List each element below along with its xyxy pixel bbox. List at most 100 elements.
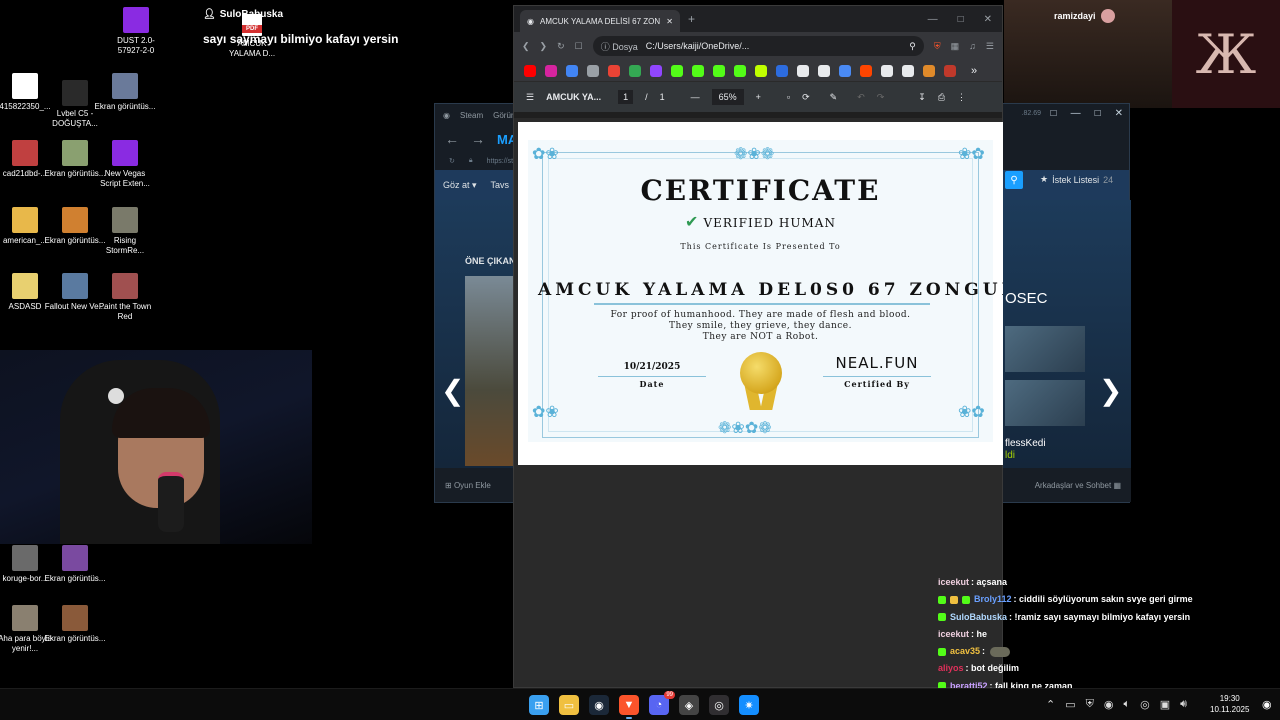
back-arrow-icon[interactable]: ← [445, 131, 459, 147]
download-icon[interactable]: ↧ [918, 92, 926, 103]
music-icon[interactable]: ♫ [969, 41, 976, 51]
reload-icon[interactable]: ↻ [557, 41, 565, 52]
zoom-level[interactable]: 65% [711, 89, 744, 105]
zoom-icon[interactable]: ⚲ [909, 41, 916, 52]
twitch-icon[interactable] [650, 64, 662, 77]
forward-icon[interactable]: ❯ [540, 41, 548, 52]
monitor-icon[interactable]: □ [1051, 108, 1057, 119]
reddit-icon[interactable] [860, 64, 872, 77]
carousel-right-icon[interactable]: ❯ [1099, 374, 1122, 407]
battlenet-icon[interactable]: ✷ [739, 695, 759, 715]
speaker-icon[interactable]: 🔊︎ [1180, 698, 1187, 711]
chat-username[interactable]: acav35 [950, 643, 980, 660]
tab-active[interactable]: ◉ AMCUK YALAMA DELİSİ 67 ZONG ✕ [520, 10, 680, 32]
chat-username[interactable]: aliyos [938, 660, 964, 677]
desktop-icon[interactable]: DUST 2.0-57927-2-0 [105, 7, 167, 56]
redo-icon[interactable]: ↷ [877, 92, 885, 103]
print-icon[interactable]: ⎙ [938, 92, 945, 103]
volume-icon[interactable]: 🔈︎ [1123, 698, 1130, 711]
desktop-icon[interactable]: Ekran görüntüs... [44, 605, 106, 644]
bookmark-page-icon[interactable]: ☐ [575, 41, 583, 52]
notification-icon[interactable]: ◉ [1262, 698, 1272, 711]
steam-tray-icon[interactable]: ◉ [1104, 698, 1114, 711]
more-options-icon[interactable]: ⋮ [957, 92, 966, 103]
chevron-up-icon[interactable]: ⌃ [1046, 698, 1055, 711]
unity-icon[interactable]: ◈ [679, 695, 699, 715]
wishlist-button[interactable]: ★ İstek Listesi 24 [1040, 174, 1113, 185]
menu-icon[interactable]: ☰ [986, 41, 994, 52]
docs-icon[interactable] [566, 64, 578, 77]
minimize-icon[interactable]: — [1071, 108, 1081, 119]
obs-icon[interactable]: ◎ [709, 695, 729, 715]
maximize-icon[interactable]: □ [1095, 108, 1101, 119]
back-icon[interactable]: ❮ [522, 41, 530, 52]
instagram-icon[interactable] [545, 64, 557, 77]
forward-arrow-icon[interactable]: → [471, 131, 485, 147]
chat-username[interactable]: iceekut [938, 626, 969, 643]
chrome-icon[interactable] [587, 64, 599, 77]
sidebar-menu-icon[interactable]: ☰ [526, 92, 534, 103]
fit-page-icon[interactable]: ▫ [787, 92, 790, 102]
bookmark-icon[interactable] [734, 64, 746, 77]
steam-icon[interactable]: ◉ [589, 695, 609, 715]
brave-icon[interactable]: ▼ [619, 695, 639, 719]
friends-chat-button[interactable]: Arkadaşlar ve Sohbet ▦ [1035, 481, 1121, 490]
search-icon[interactable]: ⚲ [1005, 171, 1023, 189]
undo-icon[interactable]: ↶ [857, 92, 865, 103]
chat-username[interactable]: iceekut [938, 574, 969, 591]
close-tab-icon[interactable]: ✕ [666, 17, 673, 26]
kick-icon[interactable] [713, 64, 725, 77]
steam-menu-steam[interactable]: Steam [460, 111, 483, 120]
annotate-icon[interactable]: ✎ [830, 92, 838, 103]
bookmark-icon[interactable] [923, 64, 935, 77]
desktop-icon[interactable]: Paint the Town Red [94, 273, 156, 322]
discord-icon[interactable]: ◔ 99 [649, 691, 675, 715]
brave-shield-icon[interactable]: ⛨ [934, 41, 941, 52]
maximize-icon[interactable]: □ [958, 14, 964, 25]
browse-menu[interactable]: Göz at ▾ [443, 180, 477, 191]
rotate-icon[interactable]: ⟳ [802, 92, 810, 103]
more-bookmarks-icon[interactable]: » [971, 65, 977, 77]
drive-icon[interactable] [629, 64, 641, 77]
page-number-input[interactable]: 1 [618, 90, 634, 104]
kick-icon[interactable] [671, 64, 683, 77]
new-tab-icon[interactable]: + [688, 12, 695, 26]
chat-username[interactable]: SuloBabuska [950, 609, 1007, 626]
display-icon[interactable]: ▣ [1160, 698, 1170, 711]
shield-icon[interactable]: ⛨ [1086, 698, 1094, 711]
chat-username[interactable]: Broly112 [974, 591, 1012, 608]
screenshot-thumb[interactable] [1005, 326, 1085, 372]
gmail-icon[interactable] [608, 64, 620, 77]
steam-menu-view[interactable]: Görün [493, 111, 515, 120]
carousel-left-icon[interactable]: ❮ [441, 374, 464, 407]
recommendations-menu[interactable]: Tavs [491, 180, 510, 190]
bookmark-icon[interactable] [755, 64, 767, 77]
desktop-icon[interactable]: Rising StormRe... [94, 207, 156, 256]
zoom-in-icon[interactable]: + [756, 92, 761, 102]
file-explorer-icon[interactable]: ▭ [559, 695, 579, 715]
bookmark-icon[interactable] [776, 64, 788, 77]
windows-start-icon[interactable]: ⊞ [529, 695, 549, 715]
kick-icon[interactable] [692, 64, 704, 77]
bookmark-icon[interactable] [944, 64, 956, 77]
bookmark-icon[interactable] [881, 64, 893, 77]
youtube-icon[interactable] [524, 64, 536, 77]
refresh-icon[interactable]: ↻ [449, 157, 455, 165]
amazon-icon[interactable] [902, 64, 914, 77]
extensions-icon[interactable]: ▦ [951, 41, 960, 52]
desktop-icon[interactable]: Ekran görüntüs... [44, 545, 106, 584]
clock[interactable]: 19:30 10.11.2025 [1210, 693, 1249, 715]
pdf-viewer[interactable]: ✿❀ ❀✿ ✿❀ ❀✿ ❁❀❁ ❁❀✿❁ CERTIFICATE ✔ VERIFI… [514, 118, 1003, 687]
zoom-out-icon[interactable]: — [691, 92, 700, 102]
file-chip[interactable]: ⓘ Dosya [601, 40, 638, 53]
minimize-icon[interactable]: — [928, 14, 938, 25]
screenshot-thumb[interactable] [1005, 380, 1085, 426]
bookmark-icon[interactable] [839, 64, 851, 77]
x-icon[interactable] [818, 64, 830, 77]
close-icon[interactable]: ✕ [1115, 108, 1123, 119]
add-game-button[interactable]: ⊞ Oyun Ekle [445, 481, 491, 490]
microphone-icon[interactable]: ◎ [1140, 698, 1150, 711]
close-icon[interactable]: ✕ [984, 14, 992, 25]
desktop-icon[interactable]: New Vegas Script Exten... [94, 140, 156, 189]
bookmark-icon[interactable] [797, 64, 809, 77]
